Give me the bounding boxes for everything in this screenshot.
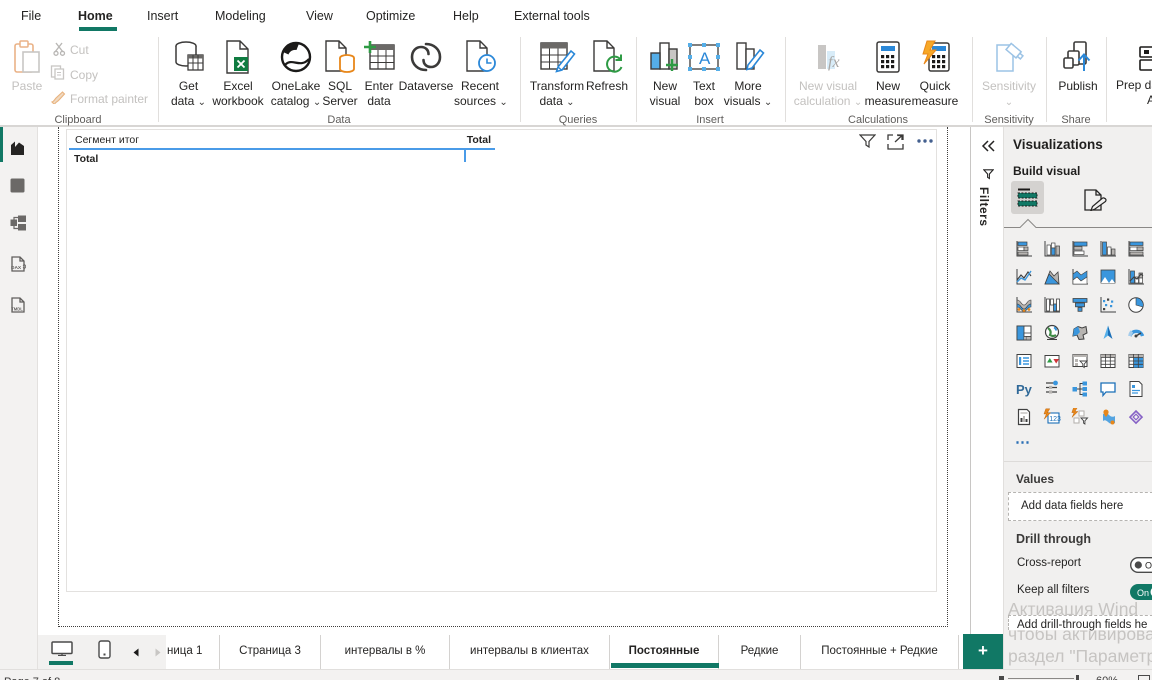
svg-text:On: On [1137, 588, 1149, 598]
svg-text:TMDL: TMDL [11, 307, 23, 312]
svg-text:A: A [699, 49, 711, 68]
svg-text:Py: Py [1016, 382, 1033, 397]
svg-text:123: 123 [1049, 416, 1061, 423]
svg-text:DAX: DAX [11, 265, 22, 271]
svg-text:fx: fx [828, 54, 840, 71]
svg-text:Of: Of [1145, 561, 1152, 571]
